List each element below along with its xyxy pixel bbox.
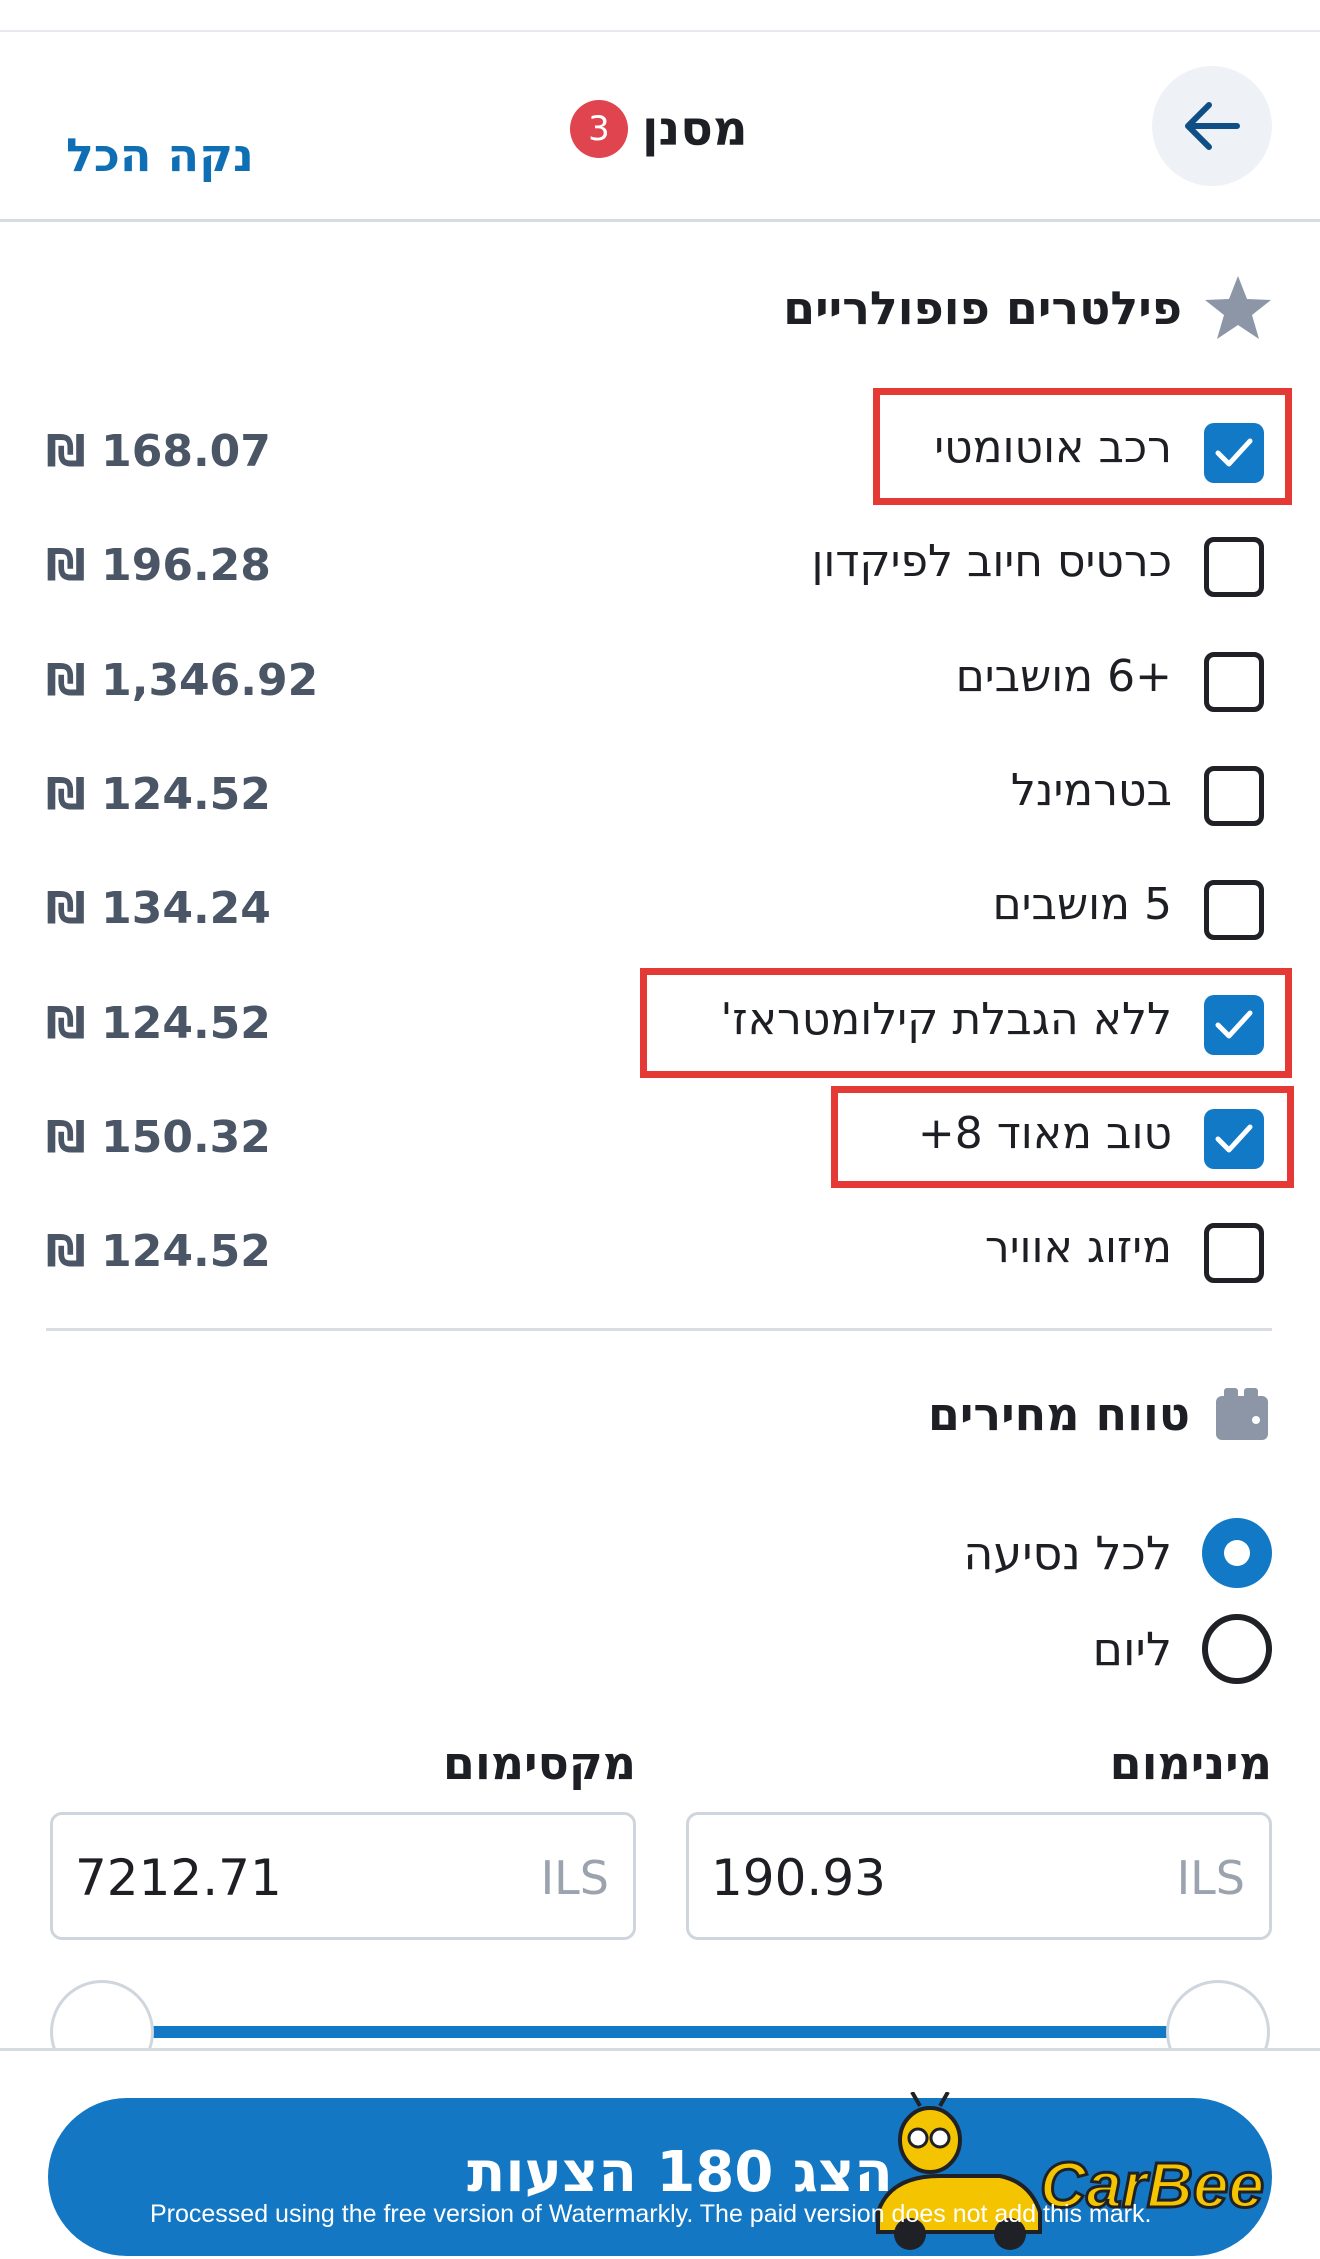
bottom-divider <box>0 2048 1320 2051</box>
filter-row[interactable]: +6 מושבים ₪ 1,346.92 <box>0 637 1320 727</box>
filter-row[interactable]: בטרמינל ₪ 124.52 <box>0 751 1320 841</box>
radio-dot <box>1224 1540 1250 1566</box>
section-divider <box>46 1328 1272 1331</box>
price-range-title: טווח מחירים <box>927 1387 1190 1441</box>
filter-label: בטרמינל <box>1010 765 1172 816</box>
price-range-heading: טווח מחירים <box>928 1382 1274 1446</box>
filter-price: ₪ 124.52 <box>46 1226 271 1277</box>
bee-car-icon <box>876 2092 1042 2250</box>
checkbox[interactable] <box>1204 880 1264 940</box>
carbee-logo: CarBee <box>860 2092 1290 2259</box>
wallet-icon <box>1216 1388 1268 1440</box>
filter-price: ₪ 168.07 <box>46 426 271 477</box>
clear-all-button[interactable]: נקה הכל <box>66 128 254 182</box>
watermark-text: Processed using the free version of Wate… <box>150 2200 1152 2228</box>
checkbox[interactable] <box>1204 652 1264 712</box>
per-day-radio[interactable] <box>1202 1614 1272 1684</box>
max-price-unit: ILS <box>540 1851 609 1905</box>
filter-price: ₪ 150.32 <box>46 1112 271 1163</box>
filter-price: ₪ 196.28 <box>46 540 271 591</box>
per-day-label: ליום <box>1092 1622 1173 1676</box>
filter-price: ₪ 1,346.92 <box>46 655 319 706</box>
checkbox[interactable] <box>1204 1223 1264 1283</box>
back-button[interactable] <box>1152 66 1272 186</box>
filter-label: מיזוג אוויר <box>984 1222 1172 1273</box>
max-price-value: 7212.71 <box>75 1849 282 1907</box>
filter-row[interactable]: מיזוג אוויר ₪ 124.52 <box>0 1208 1320 1298</box>
header-title-group: 3 מסנן <box>570 94 748 164</box>
filter-row[interactable]: כרטיס חיוב לפיקדון ₪ 196.28 <box>0 522 1320 612</box>
min-price-field[interactable]: 190.93 ILS <box>686 1812 1272 1940</box>
filter-label: +6 מושבים <box>955 651 1172 702</box>
per-trip-radio[interactable] <box>1202 1518 1272 1588</box>
min-price-label: מינימום <box>1109 1736 1272 1790</box>
per-trip-label: לכל נסיעה <box>963 1526 1172 1580</box>
star-icon <box>1205 276 1271 339</box>
filter-price: ₪ 124.52 <box>46 998 271 1049</box>
filter-label: 5 מושבים <box>992 879 1172 930</box>
page-title: מסנן <box>642 101 748 157</box>
filter-count-badge: 3 <box>570 100 628 158</box>
filter-row[interactable]: 5 מושבים ₪ 134.24 <box>0 865 1320 955</box>
arrow-left-icon <box>1185 102 1240 150</box>
highlight-box <box>831 1086 1294 1188</box>
highlight-box <box>640 968 1292 1078</box>
popular-filters-heading: פילטרים פופולריים <box>783 272 1274 344</box>
highlight-box <box>873 388 1292 505</box>
price-slider-track <box>104 2026 1220 2038</box>
filter-price: ₪ 134.24 <box>46 883 271 934</box>
filter-price: ₪ 124.52 <box>46 769 271 820</box>
header: 3 מסנן נקה הכל <box>0 32 1320 222</box>
min-price-value: 190.93 <box>711 1849 886 1907</box>
max-price-field[interactable]: 7212.71 ILS <box>50 1812 636 1940</box>
max-price-label: מקסימום <box>442 1736 636 1790</box>
filter-label: כרטיס חיוב לפיקדון <box>811 536 1172 587</box>
min-price-unit: ILS <box>1176 1851 1245 1905</box>
popular-filters-title: פילטרים פופולריים <box>783 281 1182 335</box>
checkbox[interactable] <box>1204 766 1264 826</box>
checkbox[interactable] <box>1204 537 1264 597</box>
